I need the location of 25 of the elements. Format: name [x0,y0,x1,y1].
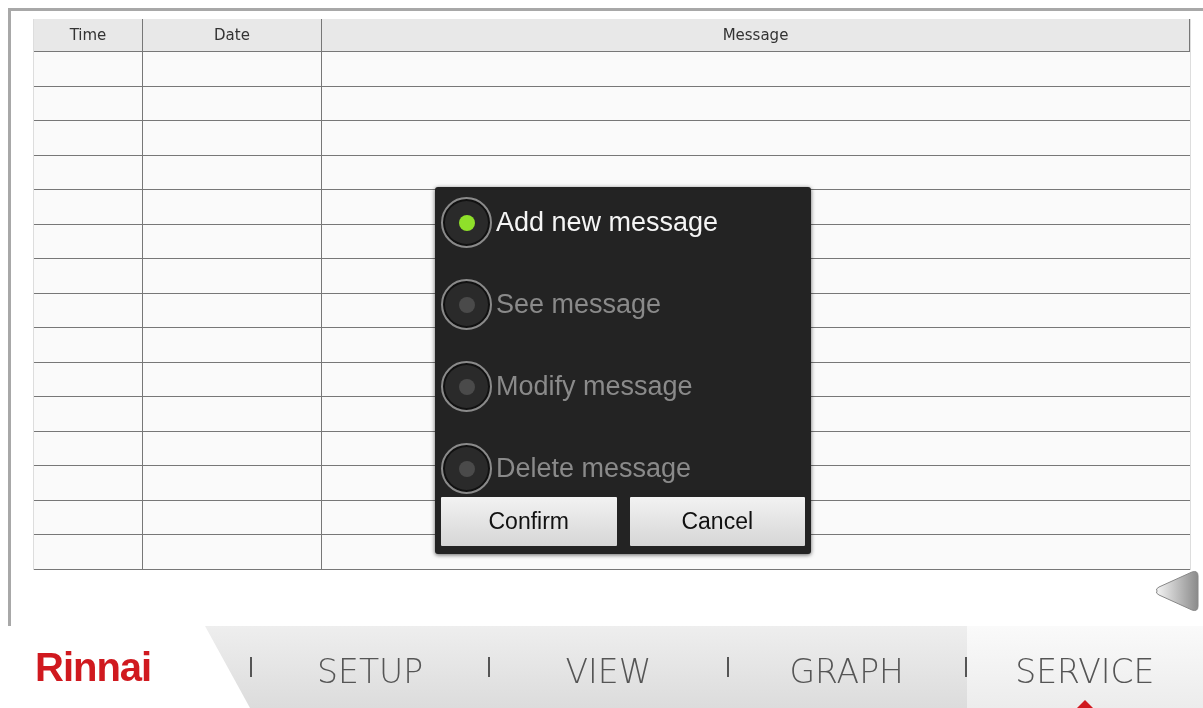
radio-option[interactable]: Modify message [441,361,805,412]
cancel-button[interactable]: Cancel [629,497,805,546]
active-caret-icon [1076,700,1093,708]
option-label: Modify message [496,371,693,402]
radio-button[interactable] [441,361,492,412]
brand-logo: Rinnai [0,626,250,708]
column-header: Time [34,19,143,52]
radio-option[interactable]: See message [441,279,805,330]
option-label: Delete message [496,453,692,484]
column-header: Date [143,19,322,52]
radio-button[interactable] [441,443,492,494]
back-arrow-icon [1154,570,1200,612]
radio-button[interactable] [441,197,492,248]
column-header: Message [322,19,1190,52]
option-label: Add new message [496,207,719,238]
radio-option[interactable]: Add new message [441,197,805,248]
confirm-button[interactable]: Confirm [441,497,617,546]
radio-button[interactable] [441,279,492,330]
nav-tab[interactable]: SERVICE [966,626,1203,708]
nav-tab[interactable]: SETUP [252,626,489,708]
radio-option[interactable]: Delete message [441,443,805,494]
nav-tab[interactable]: VIEW [490,626,727,708]
back-button[interactable] [1153,570,1201,614]
option-label: See message [496,289,662,320]
nav-tab[interactable]: GRAPH [728,626,965,708]
